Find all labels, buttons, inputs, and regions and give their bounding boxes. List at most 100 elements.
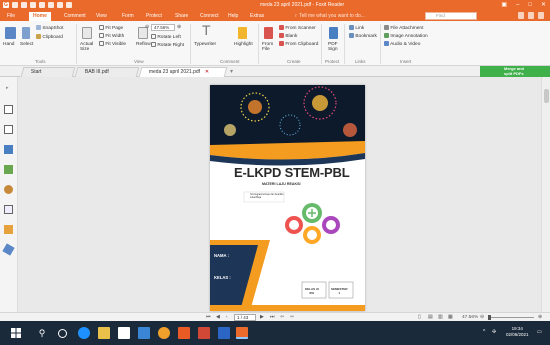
expand-panel-icon[interactable]: ▸ <box>6 85 9 91</box>
menu-connect[interactable]: Connect <box>196 12 223 21</box>
close-icon[interactable]: ✕ <box>541 1 546 9</box>
facing-icon[interactable]: ▥ <box>438 314 443 321</box>
actual-size-button[interactable]: Actual Size <box>80 42 96 52</box>
hand-button[interactable]: Hand <box>3 42 14 48</box>
tell-me-search[interactable]: ♀ Tell me what you want to do... <box>294 12 365 20</box>
chrome-icon[interactable] <box>158 327 170 339</box>
menu-help[interactable]: Help <box>224 12 242 21</box>
from-scanner-button[interactable]: From Scanner <box>279 25 316 32</box>
audio-video-button[interactable]: Audio & Video <box>384 41 420 48</box>
bookmark-button[interactable]: Bookmark <box>349 33 377 40</box>
last-page-icon[interactable]: ⏭ <box>270 314 274 321</box>
cortana-icon[interactable] <box>58 329 67 338</box>
show-hidden-icons[interactable]: ^ <box>483 329 485 335</box>
fit-visible-button[interactable]: Fit Visible <box>99 41 126 48</box>
blank-button[interactable]: Blank <box>279 33 297 40</box>
menu-home[interactable]: Home <box>29 12 51 21</box>
system-clock[interactable]: 19:34 02/06/2021 <box>506 326 529 338</box>
attachments-icon[interactable] <box>4 185 13 194</box>
file-attachment-button[interactable]: File Attachment <box>384 25 423 32</box>
word-icon[interactable] <box>218 327 230 339</box>
zoom-in-status-icon[interactable]: ⊕ <box>538 314 542 321</box>
layers-icon[interactable] <box>4 145 13 154</box>
foxit-reader-taskbar-icon[interactable] <box>236 327 248 339</box>
comments-icon[interactable] <box>4 165 13 174</box>
menu-form[interactable]: Form <box>118 12 138 21</box>
signatures-icon[interactable] <box>4 205 13 214</box>
tab-meda[interactable]: meda 23 april 2021.pdf ✕ <box>138 67 228 77</box>
typewriter-icon[interactable]: T <box>202 22 211 38</box>
pages-icon[interactable] <box>4 105 13 114</box>
select-button[interactable]: Select <box>20 42 33 48</box>
select-tool-icon[interactable] <box>22 27 30 39</box>
menu-comment[interactable]: Comment <box>60 12 90 21</box>
menu-view[interactable]: View <box>92 12 111 21</box>
continuous-icon[interactable]: ▤ <box>428 314 433 321</box>
menu-file[interactable]: File <box>3 12 19 21</box>
windows-start-icon[interactable] <box>10 327 22 339</box>
powerpoint-icon[interactable] <box>198 327 210 339</box>
fit-width-button[interactable]: Fit Width <box>99 33 124 40</box>
store-icon[interactable] <box>138 327 150 339</box>
open-file-icon[interactable] <box>39 2 45 8</box>
close-tab-icon[interactable]: ✕ <box>204 68 208 77</box>
maximize-icon[interactable]: □ <box>528 1 532 9</box>
zoom-out-icon[interactable]: ⊖ <box>145 25 149 31</box>
prev-arrow-icon[interactable]: ‹ <box>226 314 228 321</box>
ribbon-display-icon[interactable]: ▣ <box>501 1 507 9</box>
search-icon[interactable] <box>518 12 524 19</box>
scroll-thumb[interactable] <box>544 89 549 103</box>
pen-icon[interactable] <box>2 243 15 256</box>
pdf-sign-button[interactable]: PDF Sign <box>328 42 338 52</box>
single-page-icon[interactable]: ▯ <box>418 314 421 321</box>
open-icon[interactable] <box>12 2 18 8</box>
tab-bab-iii[interactable]: BAB III.pdf <box>74 67 140 77</box>
zoom-slider[interactable] <box>488 315 534 320</box>
merge-split-button[interactable]: Merge and split PDFs <box>480 66 550 77</box>
clipboard-button[interactable]: Clipboard <box>36 34 63 41</box>
taskbar-app-icon[interactable] <box>178 327 190 339</box>
snapshot-button[interactable]: SnapShot <box>36 25 63 32</box>
hand-icon[interactable] <box>66 2 72 8</box>
highlight-icon[interactable] <box>238 27 247 39</box>
from-file-icon[interactable] <box>264 27 273 39</box>
save-icon[interactable] <box>21 2 27 8</box>
fit-page-button[interactable]: Fit Page <box>99 25 123 32</box>
previous-page-icon[interactable]: ◀ <box>216 314 220 321</box>
security-lock-icon[interactable] <box>4 225 13 234</box>
go-back-icon[interactable]: ⇦ <box>280 314 284 321</box>
menu-protect[interactable]: Protect <box>142 12 166 21</box>
find-input[interactable]: Find <box>425 12 477 20</box>
from-file-button[interactable]: From File <box>262 42 274 52</box>
network-icon[interactable]: ✣ <box>492 329 496 335</box>
menu-share[interactable]: Share <box>171 12 192 21</box>
zoom-select[interactable]: 47.56% <box>151 24 175 31</box>
link-button[interactable]: Link <box>349 25 364 32</box>
typewriter-button[interactable]: Typewriter <box>194 42 216 48</box>
go-forward-icon[interactable]: ⇨ <box>290 314 294 321</box>
user-icon[interactable] <box>538 12 544 19</box>
pdf-sign-icon[interactable] <box>329 27 338 39</box>
image-annotation-button[interactable]: Image Annotation <box>384 33 428 40</box>
search-taskbar-icon[interactable]: ⚲ <box>36 327 48 339</box>
zoom-in-icon[interactable]: ⊕ <box>177 25 181 31</box>
page-number-input[interactable]: 1 / 43 <box>234 314 256 321</box>
bookmarks-icon[interactable] <box>4 125 13 134</box>
file-explorer-icon[interactable] <box>98 327 110 339</box>
continuous-facing-icon[interactable]: ▦ <box>448 314 453 321</box>
edge-icon[interactable] <box>78 327 90 339</box>
next-page-icon[interactable]: ▶ <box>260 314 264 321</box>
tab-start[interactable]: Start <box>20 67 76 77</box>
mail-icon[interactable] <box>118 327 130 339</box>
settings-icon[interactable] <box>528 12 534 19</box>
rotate-left-button[interactable]: Rotate Left <box>151 34 181 41</box>
zoom-out-status-icon[interactable]: ⊖ <box>480 314 484 321</box>
reflow-button[interactable]: Reflow <box>136 42 151 48</box>
menu-extras[interactable]: Extras <box>246 12 268 21</box>
actual-size-icon[interactable] <box>82 27 92 39</box>
redo-icon[interactable] <box>57 2 63 8</box>
undo-icon[interactable] <box>48 2 54 8</box>
zoom-slider-knob[interactable] <box>488 315 491 320</box>
hand-tool-icon[interactable] <box>5 27 16 39</box>
notifications-icon[interactable]: ▭ <box>537 329 542 335</box>
